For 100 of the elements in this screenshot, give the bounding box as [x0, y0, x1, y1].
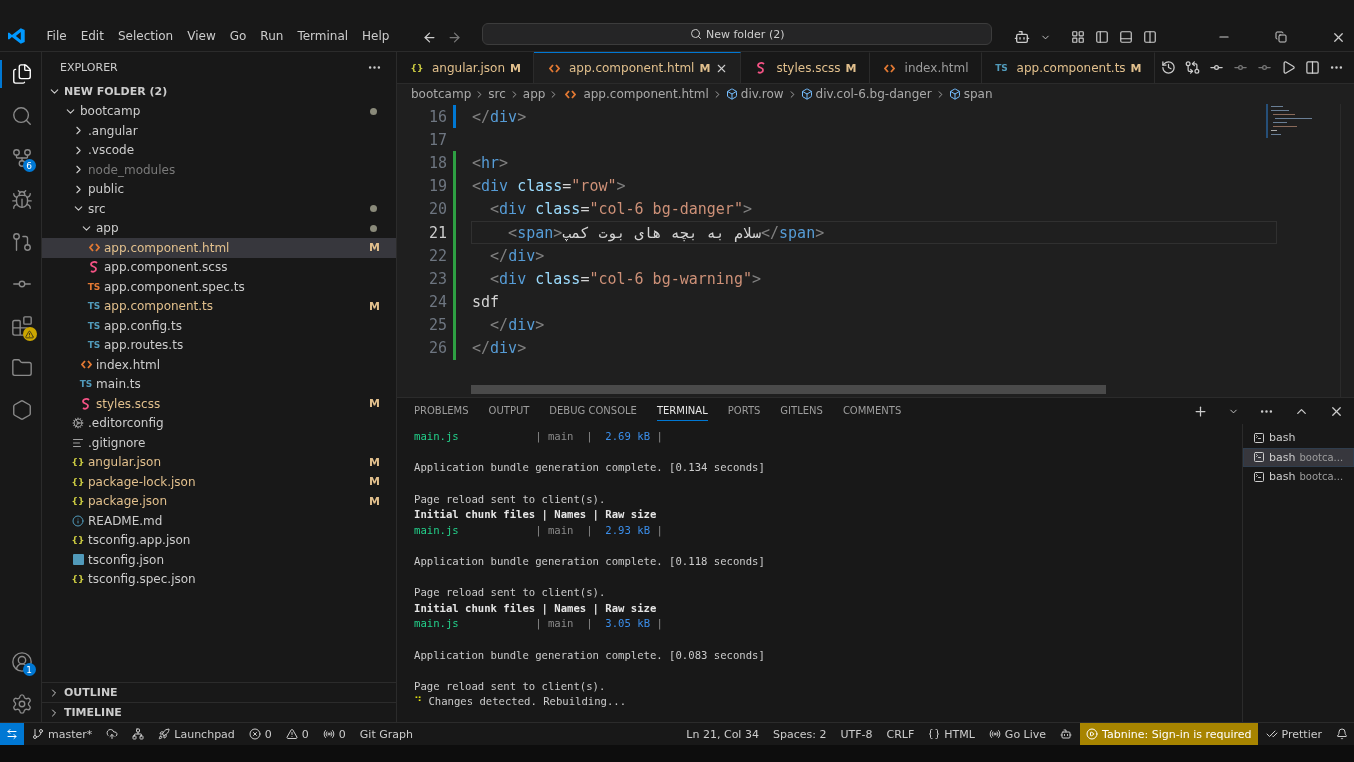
shell-session[interactable]: bash bootca...: [1243, 447, 1354, 467]
files-icon[interactable]: [10, 63, 33, 85]
explorer-row[interactable]: styles.scss M: [42, 394, 396, 414]
horizontal-scrollbar[interactable]: [471, 385, 1106, 394]
panel-tab[interactable]: OUTPUT: [488, 401, 530, 421]
shell-session[interactable]: bash: [1243, 428, 1354, 448]
shell-session[interactable]: bash bootca...: [1243, 467, 1354, 487]
explorer-row[interactable]: public: [42, 179, 396, 199]
status-item[interactable]: 0: [316, 723, 352, 745]
panel-tab[interactable]: PORTS: [727, 401, 761, 421]
explorer-row[interactable]: app: [42, 218, 396, 238]
explorer-row[interactable]: bootcamp: [42, 101, 396, 121]
folder-icon[interactable]: [10, 357, 33, 379]
add-terminal-icon[interactable]: [1193, 403, 1208, 419]
history-icon[interactable]: [1161, 60, 1176, 75]
breadcrumb-item[interactable]: bootcamp: [411, 87, 472, 101]
editor-tab[interactable]: app.component.html M: [534, 52, 742, 83]
extensions-icon[interactable]: [10, 315, 33, 337]
status-item[interactable]: Prettier: [1259, 723, 1328, 745]
play-icon[interactable]: [1281, 60, 1296, 75]
menu-item[interactable]: File: [41, 27, 72, 45]
explorer-row[interactable]: .gitignore: [42, 433, 396, 453]
explorer-row[interactable]: {} angular.json M: [42, 452, 396, 472]
explorer-row[interactable]: TS app.component.spec.ts: [42, 277, 396, 297]
explorer-row[interactable]: tsconfig.json: [42, 550, 396, 570]
forward-arrow-icon[interactable]: [447, 30, 463, 45]
status-item[interactable]: 0: [242, 723, 278, 745]
branch-icon[interactable]: [10, 231, 33, 253]
workspace-header[interactable]: NEW FOLDER (2): [42, 82, 396, 102]
explorer-row[interactable]: TS app.component.ts M: [42, 296, 396, 316]
status-item[interactable]: CRLF: [880, 723, 921, 745]
explorer-row[interactable]: .editorconfig: [42, 413, 396, 433]
breadcrumb-item[interactable]: div.col-6.bg-danger: [815, 87, 932, 101]
layout-icon[interactable]: [1071, 30, 1085, 44]
explorer-row[interactable]: TS app.routes.ts: [42, 335, 396, 355]
line-number: 17: [427, 130, 447, 149]
explorer-row[interactable]: {} tsconfig.spec.json: [42, 569, 396, 589]
bug-icon[interactable]: [10, 189, 33, 211]
panel-tab[interactable]: COMMENTS: [842, 401, 902, 421]
compare-icon[interactable]: [1185, 60, 1200, 75]
status-item[interactable]: master*: [26, 723, 99, 745]
status-item[interactable]: Tabnine: Sign-in is required: [1080, 723, 1258, 745]
menu-item[interactable]: Go: [224, 27, 252, 45]
status-item[interactable]: 0: [279, 723, 315, 745]
section-header[interactable]: TIMELINE: [42, 702, 396, 722]
breadcrumb-item[interactable]: span: [963, 87, 993, 101]
status-item[interactable]: Git Graph: [353, 723, 419, 745]
sidebar-toggle-icon[interactable]: [1095, 30, 1109, 44]
panel-tab[interactable]: DEBUG CONSOLE: [549, 401, 637, 421]
settings-icon[interactable]: [10, 693, 33, 715]
remote-icon[interactable]: [0, 723, 24, 745]
status-item[interactable]: UTF-8: [834, 723, 879, 745]
breadcrumb-item[interactable]: app: [522, 87, 546, 101]
panel-toggle-icon[interactable]: [1119, 30, 1133, 44]
explorer-row[interactable]: node_modules: [42, 160, 396, 180]
explorer-row[interactable]: {} package-lock.json M: [42, 472, 396, 492]
menu-item[interactable]: Selection: [112, 27, 179, 45]
status-item[interactable]: Go Live: [982, 723, 1053, 745]
source-control-icon[interactable]: [10, 147, 33, 169]
explorer-row[interactable]: app.component.html M: [42, 238, 396, 258]
file-name: tsconfig.spec.json: [88, 572, 196, 587]
restore-icon[interactable]: [1275, 31, 1287, 43]
status-item[interactable]: Ln 21, Col 34: [680, 723, 765, 745]
status-item[interactable]: HTML: [922, 723, 981, 745]
breadcrumb-item[interactable]: app.component.html: [583, 87, 709, 101]
explorer-row[interactable]: index.html: [42, 355, 396, 375]
explorer-row[interactable]: TS app.config.ts: [42, 316, 396, 336]
explorer-row[interactable]: TS main.ts: [42, 374, 396, 394]
explorer-row[interactable]: .angular: [42, 121, 396, 141]
explorer-row[interactable]: app.component.scss: [42, 257, 396, 277]
panel-tab[interactable]: PROBLEMS: [414, 401, 469, 421]
minimap[interactable]: [1266, 104, 1312, 138]
menu-item[interactable]: Terminal: [292, 27, 354, 45]
split-icon[interactable]: [1305, 60, 1320, 75]
explorer-row[interactable]: {} tsconfig.app.json: [42, 530, 396, 550]
explorer-row[interactable]: .vscode: [42, 140, 396, 160]
menu-item[interactable]: Help: [357, 27, 395, 45]
antenna-icon: [322, 728, 335, 740]
menu-item[interactable]: Edit: [75, 27, 109, 45]
status-item[interactable]: Launchpad: [152, 723, 241, 745]
panel-tab[interactable]: TERMINAL: [656, 401, 708, 421]
breadcrumb-item[interactable]: src: [488, 87, 506, 101]
explorer-row[interactable]: {} package.json M: [42, 491, 396, 511]
menu-item[interactable]: Run: [255, 27, 289, 45]
hexagon-icon[interactable]: [10, 399, 33, 421]
explorer-row[interactable]: src: [42, 199, 396, 219]
status-item[interactable]: Spaces: 2: [766, 723, 833, 745]
breadcrumb-item[interactable]: div.row: [740, 87, 784, 101]
menu-item[interactable]: View: [182, 27, 221, 45]
explorer-row[interactable]: README.md: [42, 511, 396, 531]
app-logo-icon[interactable]: [8, 27, 26, 45]
code-line: <div class="col-6 bg-danger">: [489, 199, 753, 221]
panel-tab[interactable]: GITLENS: [780, 401, 823, 421]
section-header[interactable]: OUTLINE: [42, 682, 396, 702]
split-icon[interactable]: [1143, 30, 1157, 44]
command-center[interactable]: New folder (2): [482, 23, 992, 45]
search-icon[interactable]: [10, 105, 33, 127]
file-name: styles.scss: [96, 396, 161, 411]
terminal-name: bash: [1269, 470, 1296, 484]
robot-icon[interactable]: [1014, 29, 1030, 45]
